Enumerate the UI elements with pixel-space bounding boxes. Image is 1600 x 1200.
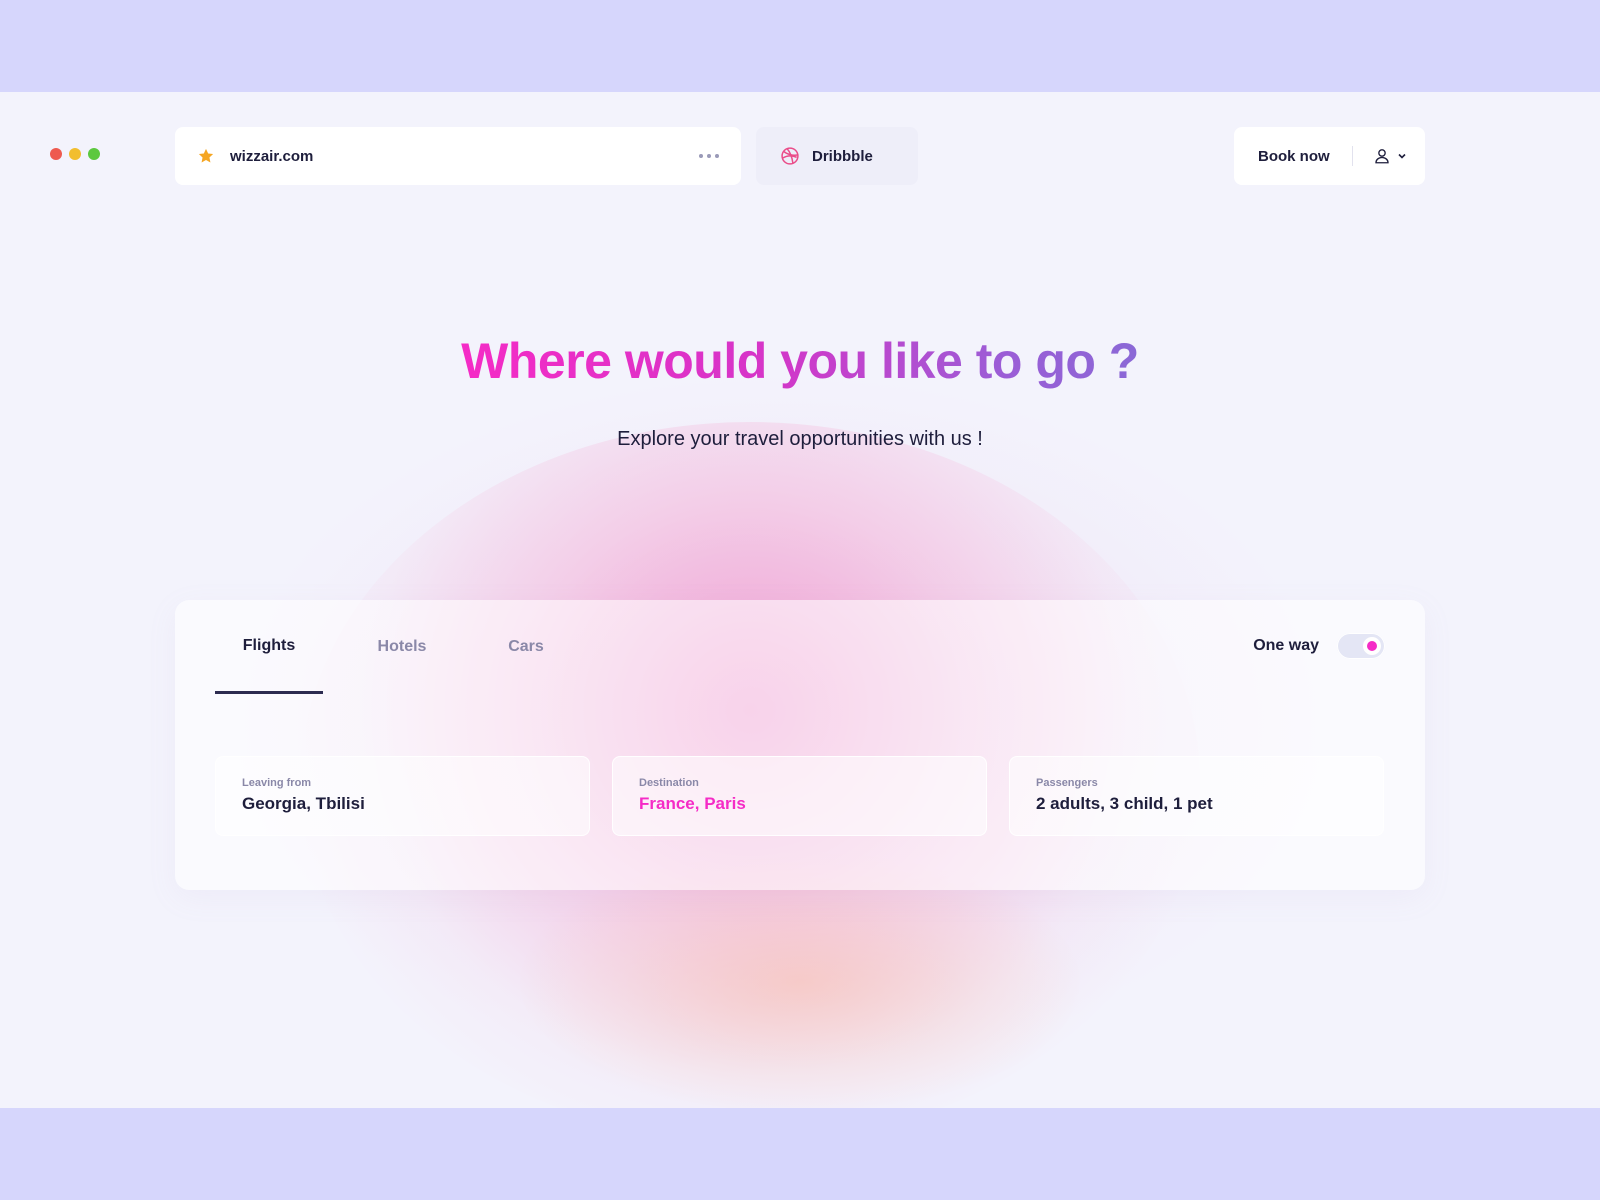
user-icon[interactable] [1373, 147, 1391, 165]
search-fields: Leaving from Georgia, Tbilisi Destinatio… [215, 756, 1384, 836]
field-value: Georgia, Tbilisi [242, 794, 365, 813]
close-window-button[interactable] [50, 148, 62, 160]
divider [1352, 146, 1353, 166]
minimize-window-button[interactable] [69, 148, 81, 160]
field-label: Destination [639, 777, 699, 789]
account-bar: Book now [1234, 127, 1425, 185]
field-value: France, Paris [639, 794, 746, 813]
chevron-down-icon[interactable] [1397, 151, 1407, 161]
one-way-toggle[interactable] [1337, 633, 1385, 659]
page-title: Where would you like to go ? [0, 332, 1600, 390]
maximize-window-button[interactable] [88, 148, 100, 160]
search-card: Flights Hotels Cars One way Leaving from… [175, 600, 1425, 890]
one-way-label: One way [1253, 637, 1319, 654]
browser-window: wizzair.com Dribbble Book now Where woul… [0, 92, 1600, 1108]
page-subtitle: Explore your travel opportunities with u… [617, 428, 983, 450]
star-icon[interactable] [197, 147, 215, 165]
window-controls [50, 148, 100, 160]
destination-field[interactable]: Destination France, Paris [612, 756, 987, 836]
one-way-control: One way [1253, 633, 1385, 659]
address-bar[interactable]: wizzair.com [175, 127, 741, 185]
dribbble-icon [780, 146, 800, 166]
toggle-knob [1363, 637, 1381, 655]
passengers-field[interactable]: Passengers 2 adults, 3 child, 1 pet [1009, 756, 1384, 836]
more-dots-icon[interactable] [699, 154, 719, 158]
tab-flights[interactable]: Flights [215, 600, 323, 694]
field-value: 2 adults, 3 child, 1 pet [1036, 794, 1213, 813]
tab-cars[interactable]: Cars [481, 600, 571, 694]
browser-tab-label: Dribbble [812, 147, 873, 165]
browser-tab-dribbble[interactable]: Dribbble [756, 127, 918, 185]
field-label: Passengers [1036, 777, 1098, 789]
url-text[interactable]: wizzair.com [230, 148, 699, 165]
page-title-text: Where would you like to go ? [461, 333, 1139, 389]
search-tabs: Flights Hotels Cars [215, 600, 571, 694]
field-label: Leaving from [242, 777, 312, 789]
leaving-from-field[interactable]: Leaving from Georgia, Tbilisi [215, 756, 590, 836]
book-now-button[interactable]: Book now [1234, 148, 1352, 165]
tab-hotels[interactable]: Hotels [323, 600, 481, 694]
background-glow-peach [520, 852, 1080, 1108]
